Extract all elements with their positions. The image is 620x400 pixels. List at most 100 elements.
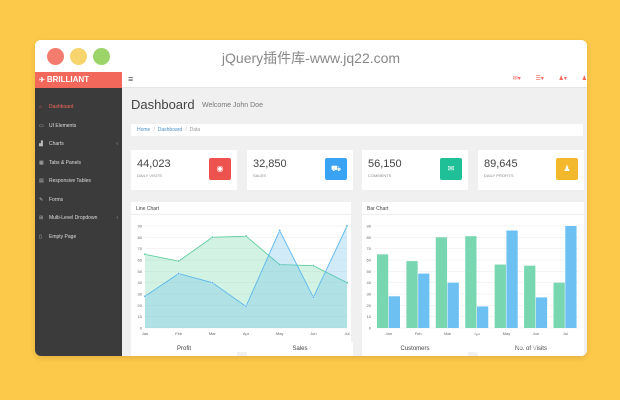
- x-tick-label: Feb: [175, 331, 183, 336]
- sidebar-item-ui-elements[interactable]: ▭ UI Elements: [35, 117, 122, 136]
- bar: [553, 282, 565, 328]
- sidebar-item-label: Forms: [49, 196, 64, 203]
- table-icon: ▤: [39, 178, 44, 184]
- sidebar-menu: ⌂ Dashboard ▭ UI Elements ▟ Charts ‹ ▦ Tabs …: [35, 98, 122, 246]
- data-point: [244, 305, 248, 308]
- sidebar-item-label: Multi-Level Dropdown: [49, 215, 98, 221]
- sidebar-item-tabs-panels[interactable]: ▦ Tabs & Panels: [35, 154, 122, 173]
- bar: [406, 261, 418, 328]
- desktop-icon: ▭: [39, 122, 44, 129]
- main-content: ≡ ✉▾ ☰▾ ♟▾ ♟ Dashboard Welcome John Doe …: [122, 72, 587, 356]
- breadcrumb: Home / Dashboard / Data: [131, 124, 583, 136]
- data-point: [311, 296, 315, 299]
- data-point: [177, 259, 181, 263]
- breadcrumb-home[interactable]: Home: [137, 127, 150, 133]
- line-chart-panel: Line Chart 0 10 20 30 40 50 60 70 80 90 Jan Feb Mar A…: [131, 202, 351, 352]
- bar-chart: 0102030405060708090Jan Feb Mar Apr May Jun Jul: [367, 224, 580, 336]
- x-tick-label: Jul: [563, 331, 568, 336]
- cart-icon: ⛟: [325, 158, 347, 180]
- navbar-icons: ✉▾ ☰▾ ♟▾ ♟: [500, 75, 587, 82]
- y-tick-label: 50: [138, 269, 143, 274]
- sitemap-icon: ⊞: [39, 215, 44, 221]
- y-tick-label: 10: [367, 314, 372, 319]
- brand-logo[interactable]: ✈ BRILLIANT: [35, 72, 122, 88]
- eye-icon: ◉: [209, 158, 231, 180]
- y-tick-label: 40: [367, 280, 372, 285]
- page-title: Dashboard: [131, 97, 195, 112]
- tasks-dropdown-icon[interactable]: ☰▾: [535, 76, 543, 82]
- sidebar-item-label: Responsive Tables: [49, 178, 91, 184]
- bar: [494, 264, 506, 328]
- breadcrumb-dashboard[interactable]: Dashboard: [158, 127, 182, 133]
- y-tick-label: 0: [369, 326, 372, 331]
- top-navbar: ≡ ✉▾ ☰▾ ♟▾ ♟: [122, 72, 587, 88]
- y-tick-label: 40: [138, 280, 143, 285]
- sidebar-item-empty-page[interactable]: ▯ Empty Page: [35, 228, 122, 247]
- bar: [447, 282, 459, 328]
- edit-icon: ✎: [39, 196, 44, 203]
- y-tick-label: 20: [138, 303, 143, 308]
- user-icon: ♟: [556, 158, 578, 180]
- line-chart: 0 10 20 30 40 50 60 70 80 90 Jan Feb Mar Apr May Jun Jul: [138, 224, 350, 337]
- profit-card: Profit: [131, 342, 237, 356]
- y-tick-label: 10: [138, 314, 143, 319]
- stat-card-comments: 56,150 COMMENTS ✉: [362, 150, 468, 190]
- data-point: [143, 294, 147, 298]
- stat-card-daily-profits: 89,645 DAILY PROFITS ♟: [478, 150, 584, 190]
- bar: [388, 296, 400, 328]
- chevron-left-icon: ‹: [116, 215, 118, 221]
- sidebar-item-label: Dashboard: [49, 104, 74, 110]
- y-tick-label: 70: [138, 246, 143, 251]
- user-dropdown-icon[interactable]: ♟: [582, 76, 587, 82]
- x-tick-label: Jan: [385, 331, 391, 336]
- sidebar-item-dashboard[interactable]: ⌂ Dashboard: [35, 98, 122, 117]
- sidebar-item-label: Charts: [49, 141, 64, 147]
- breadcrumb-current: Data: [189, 127, 201, 133]
- bell-dropdown-icon[interactable]: ♟▾: [559, 76, 567, 82]
- bar: [535, 297, 548, 328]
- bar: [506, 230, 518, 328]
- envelope-dropdown-icon[interactable]: ✉▾: [513, 76, 521, 82]
- x-tick-label: Mar: [209, 331, 217, 336]
- y-tick-label: 80: [138, 235, 143, 240]
- stat-value: 56,150: [368, 158, 402, 170]
- data-point: [278, 229, 282, 232]
- plane-icon: ✈: [39, 77, 45, 84]
- sidebar: ✈ BRILLIANT ⌂ Dashboard ▭ UI Elements ▟ Char…: [35, 72, 122, 356]
- data-point: [210, 235, 214, 239]
- x-tick-label: Jan: [142, 331, 148, 336]
- page-subtitle: Welcome John Doe: [202, 102, 263, 109]
- data-point: [210, 281, 214, 285]
- bar: [376, 254, 389, 328]
- sidebar-item-charts[interactable]: ▟ Charts ‹: [35, 135, 122, 154]
- bar: [524, 265, 536, 328]
- sidebar-item-label: Tabs & Panels: [49, 159, 81, 166]
- bar: [565, 226, 577, 328]
- sidebar-item-multi-level-dropdown[interactable]: ⊞ Multi-Level Dropdown ‹: [35, 209, 122, 228]
- y-tick-label: 50: [367, 269, 372, 274]
- x-tick-label: Apr: [243, 331, 250, 336]
- stat-label: COMMENTS: [368, 173, 392, 178]
- stat-card-daily-visits: 44,023 DAILY VISITS ◉: [131, 150, 237, 190]
- stat-value: 44,023: [137, 158, 171, 170]
- menu-toggle-icon[interactable]: ≡: [128, 74, 133, 84]
- bar: [465, 236, 477, 328]
- y-tick-label: 80: [367, 235, 372, 240]
- y-tick-label: 70: [367, 246, 372, 251]
- x-tick-label: Jul: [344, 331, 349, 336]
- watermark-logo: jQuery: [459, 325, 542, 355]
- data-point: [311, 264, 315, 268]
- sidebar-item-responsive-tables[interactable]: ▤ Responsive Tables: [35, 172, 122, 191]
- stat-label: DAILY VISITS: [137, 173, 162, 178]
- y-tick-label: 30: [138, 292, 143, 297]
- window-titlebar: jQuery插件库-www.jq22.com: [35, 40, 587, 72]
- sidebar-item-forms[interactable]: ✎ Forms: [35, 191, 122, 210]
- x-tick-label: May: [276, 331, 284, 336]
- y-tick-label: 60: [367, 258, 372, 263]
- y-tick-label: 60: [138, 258, 143, 263]
- stat-label: SALES: [253, 173, 266, 178]
- x-tick-label: Feb: [415, 331, 423, 336]
- y-tick-label: 90: [138, 224, 143, 229]
- y-tick-label: 0: [140, 326, 143, 331]
- sales-card: Sales: [247, 342, 353, 356]
